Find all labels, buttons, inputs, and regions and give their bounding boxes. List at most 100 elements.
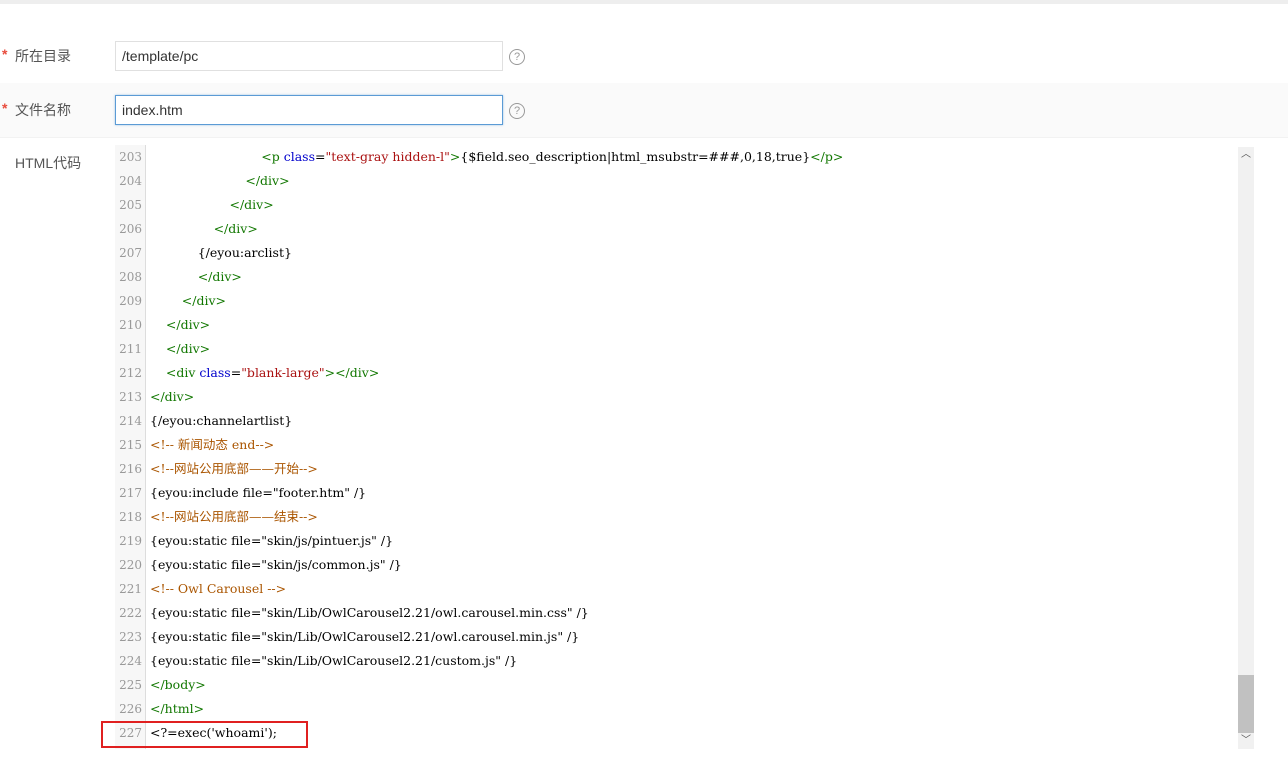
line-number: 223 (119, 630, 142, 644)
code-text: </div> (150, 265, 242, 289)
line-number: 203 (119, 150, 142, 164)
line-number: 220 (119, 558, 142, 572)
code-token: "blank-large" (241, 365, 325, 380)
line-number: 205 (119, 198, 142, 212)
code-text: {eyou:static file="skin/js/pintuer.js" /… (150, 529, 393, 553)
top-divider (0, 0, 1288, 4)
code-editor[interactable]: 203 <p class="text-gray hidden-l">{$fiel… (115, 145, 1255, 749)
line-number: 222 (119, 606, 142, 620)
code-token: </div> (229, 197, 274, 212)
line-number: 212 (119, 366, 142, 380)
code-token: </div> (165, 317, 211, 332)
code-token: {eyou:include file="footer.htm" /} (150, 485, 367, 500)
code-token: </div> (181, 293, 227, 308)
line-number: 217 (119, 486, 142, 500)
line-number: 215 (119, 438, 142, 452)
code-token: = (230, 365, 242, 380)
line-number: 221 (119, 582, 142, 596)
code-text: <!-- 新闻动态 end--> (150, 433, 274, 457)
highlight-box (101, 721, 308, 748)
code-text: {eyou:static file="skin/Lib/OwlCarousel2… (150, 649, 517, 673)
line-number: 208 (119, 270, 142, 284)
required-mark: * (2, 46, 8, 62)
editor-scrollbar[interactable]: ︿ ﹀ (1238, 147, 1254, 749)
code-text: <div class="blank-large"></div> (150, 361, 379, 385)
line-number: 225 (119, 678, 142, 692)
code-text: </body> (150, 673, 206, 697)
code-text: </div> (150, 313, 210, 337)
code-token: <p (261, 149, 284, 164)
code-token: <!--网站公用底部——开始--> (150, 461, 318, 476)
code-text: </div> (150, 289, 226, 313)
code-token: {eyou:static file="skin/js/common.js" /} (150, 557, 402, 572)
code-token: {/eyou:channelartlist} (150, 413, 293, 428)
code-token: </div> (165, 341, 211, 356)
code-token: </div> (213, 221, 258, 236)
code-token: = (315, 149, 326, 164)
required-mark: * (2, 100, 8, 116)
code-token: <div (165, 365, 200, 380)
code-text: {eyou:static file="skin/Lib/OwlCarousel2… (150, 601, 589, 625)
code-text: <!--网站公用底部——结束--> (150, 505, 318, 529)
directory-label: 所在目录 (15, 48, 71, 64)
line-number: 224 (119, 654, 142, 668)
code-text: <!--网站公用底部——开始--> (150, 457, 318, 481)
code-token: </body> (150, 677, 206, 692)
code-text: </div> (150, 337, 210, 361)
line-number: 211 (119, 342, 142, 356)
code-text: </div> (150, 385, 194, 409)
code-text: {/eyou:channelartlist} (150, 409, 292, 433)
line-number: 216 (119, 462, 142, 476)
line-number: 210 (119, 318, 142, 332)
code-token: </div> (150, 389, 195, 404)
directory-row: * 所在目录 ? (0, 29, 1288, 84)
code-token: </div> (197, 269, 242, 284)
line-number: 214 (119, 414, 142, 428)
code-token: <!--网站公用底部——结束--> (150, 509, 318, 524)
code-text: <!-- Owl Carousel --> (150, 577, 286, 601)
code-text: </div> (150, 169, 290, 193)
line-number: 218 (119, 510, 142, 524)
directory-input[interactable] (115, 41, 503, 71)
line-number: 204 (119, 174, 142, 188)
code-token: ></div> (324, 365, 380, 380)
code-text: <p class="text-gray hidden-l">{$field.se… (150, 145, 843, 169)
scroll-up-icon[interactable]: ︿ (1238, 147, 1254, 163)
code-token: > (449, 149, 461, 164)
code-token: {/eyou:arclist} (197, 245, 292, 260)
code-token: </p> (810, 149, 844, 164)
code-token: {$field.seo_description|html_msubstr=###… (460, 149, 811, 164)
code-text: </html> (150, 697, 204, 721)
code-text: </div> (150, 217, 258, 241)
code-token: {eyou:static file="skin/js/pintuer.js" /… (150, 533, 394, 548)
line-number: 206 (119, 222, 142, 236)
code-token: </div> (245, 173, 290, 188)
code-text: {eyou:include file="footer.htm" /} (150, 481, 366, 505)
filename-row: * 文件名称 ? (0, 83, 1288, 138)
code-token: <!-- 新闻动态 end--> (150, 437, 275, 452)
filename-label: 文件名称 (15, 102, 71, 118)
code-text: {eyou:static file="skin/Lib/OwlCarousel2… (150, 625, 579, 649)
line-number: 213 (119, 390, 142, 404)
code-token: {eyou:static file="skin/Lib/OwlCarousel2… (150, 605, 589, 620)
scroll-down-icon[interactable]: ﹀ (1238, 733, 1254, 749)
code-token: class (199, 365, 231, 380)
code-text: </div> (150, 193, 274, 217)
line-number: 207 (119, 246, 142, 260)
code-token: {eyou:static file="skin/Lib/OwlCarousel2… (150, 653, 518, 668)
code-token: {eyou:static file="skin/Lib/OwlCarousel2… (150, 629, 580, 644)
code-token: "text-gray hidden-l" (325, 149, 450, 164)
help-icon[interactable]: ? (509, 103, 525, 119)
html-code-label: HTML代码 (15, 155, 82, 171)
line-number: 226 (119, 702, 142, 716)
scrollbar-thumb[interactable] (1238, 675, 1254, 733)
line-number: 219 (119, 534, 142, 548)
code-token: </html> (150, 701, 205, 716)
help-icon[interactable]: ? (509, 49, 525, 65)
filename-input[interactable] (115, 95, 503, 125)
code-token: <!-- Owl Carousel --> (150, 581, 287, 596)
code-text: {/eyou:arclist} (150, 241, 292, 265)
code-text: {eyou:static file="skin/js/common.js" /} (150, 553, 402, 577)
line-number: 209 (119, 294, 142, 308)
code-token: class (283, 149, 315, 164)
